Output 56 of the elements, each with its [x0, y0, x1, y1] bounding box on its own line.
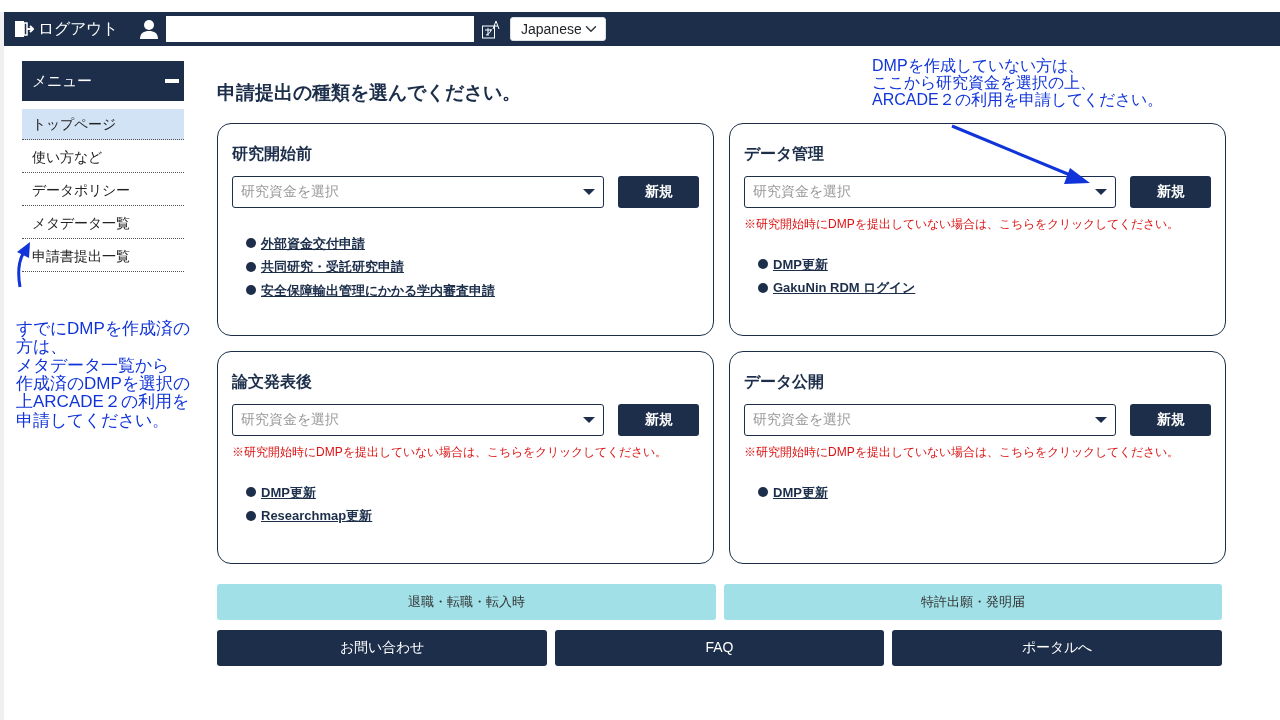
link[interactable]: Researchmap更新: [261, 506, 373, 526]
menu-item[interactable]: 使い方など: [22, 142, 184, 173]
annotation-line: ARCADE２の利用を申請してください。: [872, 91, 1163, 109]
menu-header[interactable]: メニュー: [22, 61, 184, 101]
link[interactable]: DMP更新: [773, 254, 828, 274]
bullet-icon: [246, 487, 256, 498]
caret-icon: [1095, 188, 1107, 195]
notice-link[interactable]: ※研究開始時にDMPを提出していない場合は、こちらをクリックしてください。: [232, 442, 699, 461]
link[interactable]: 安全保障輸出管理にかかる学内審査申請: [261, 280, 495, 300]
new-button[interactable]: 新規: [1130, 175, 1211, 208]
card-title: データ公開: [744, 371, 825, 392]
link[interactable]: DMP更新: [773, 482, 828, 502]
translate-icon: [482, 19, 502, 39]
primary-button[interactable]: お問い合わせ: [217, 629, 547, 666]
link[interactable]: GakuNin RDM ログイン: [773, 278, 916, 298]
notice-link[interactable]: ※研究開始時にDMPを提出していない場合は、こちらをクリックしてください。: [744, 442, 1211, 461]
page-heading: 申請提出の種類を選んでください。: [217, 81, 521, 105]
primary-button[interactable]: FAQ: [554, 629, 885, 666]
bullet-icon: [246, 238, 256, 249]
annotation-line: ここから研究資金を選択の上、: [872, 74, 1097, 91]
bullet-icon: [758, 282, 768, 293]
menu-item[interactable]: トップページ: [22, 109, 184, 140]
menu-title: メニュー: [32, 70, 92, 91]
notice-link[interactable]: ※研究開始時にDMPを提出していない場合は、こちらをクリックしてください。: [744, 214, 1211, 233]
caret-icon: [583, 188, 595, 195]
person-icon: [140, 19, 158, 39]
card-title: データ管理: [744, 143, 825, 164]
new-button[interactable]: 新規: [1130, 403, 1211, 436]
bullet-icon: [758, 487, 768, 498]
card-title: 論文発表後: [232, 371, 313, 392]
link[interactable]: DMP更新: [261, 482, 316, 502]
new-button[interactable]: 新規: [618, 403, 699, 436]
door-exit-icon: [14, 20, 34, 38]
card-title: 研究開始前: [232, 143, 313, 164]
secondary-button[interactable]: 退職・転職・転入時: [217, 583, 716, 620]
bullet-icon: [758, 259, 768, 270]
primary-button[interactable]: ポータルへ: [892, 629, 1222, 666]
bullet-icon: [246, 510, 256, 521]
annotation-line: DMPを作成していない方は、: [872, 58, 1085, 75]
secondary-button[interactable]: 特許出願・発明届: [723, 583, 1222, 620]
new-button[interactable]: 新規: [618, 175, 699, 208]
bullet-icon: [246, 261, 256, 272]
logout-link[interactable]: ログアウト: [14, 17, 118, 41]
annotation-line: すでにDMPを作成済の方は、: [16, 320, 191, 357]
menu-item[interactable]: メタデータ一覧: [22, 208, 184, 239]
link[interactable]: 共同研究・受託研究申請: [261, 257, 404, 277]
caret-icon: [583, 416, 595, 423]
annotation-line: メタデータ一覧から: [16, 356, 170, 375]
bullet-icon: [246, 285, 256, 296]
link[interactable]: 外部資金交付申請: [261, 233, 365, 253]
annotation-line: 作成済のDMPを選択の上ARCADE２の利用を申請してください。: [16, 375, 191, 431]
arrow: [17, 242, 30, 288]
caret-icon: [1095, 416, 1107, 423]
menu-item[interactable]: データポリシー: [22, 175, 184, 206]
language-select[interactable]: Japanese: [510, 17, 606, 41]
user-name-field[interactable]: [166, 16, 474, 42]
